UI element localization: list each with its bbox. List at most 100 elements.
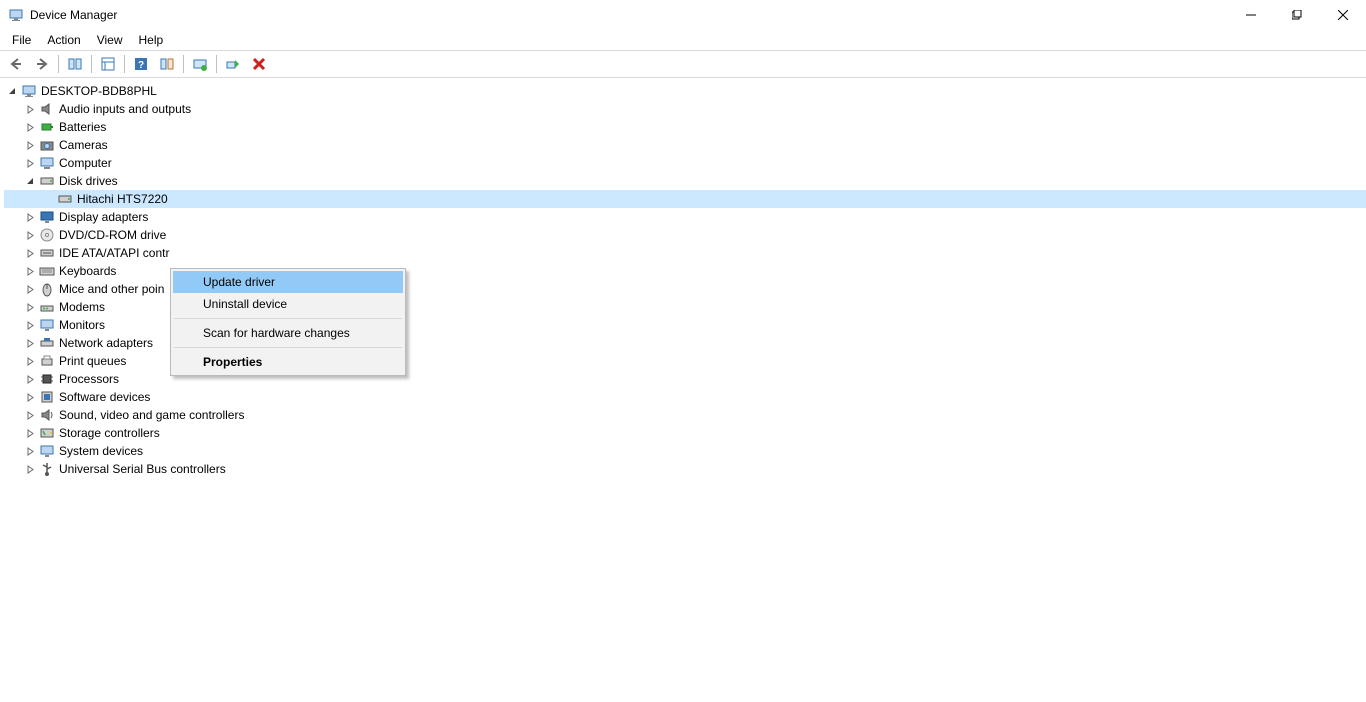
tree-item[interactable]: Sound, video and game controllers <box>4 406 1366 424</box>
maximize-button[interactable] <box>1274 0 1320 30</box>
tree-item[interactable]: Universal Serial Bus controllers <box>4 460 1366 478</box>
keyboard-icon <box>39 263 55 279</box>
tree-item-label: Modems <box>58 300 105 314</box>
chevron-right-icon[interactable] <box>22 353 38 369</box>
toolbar-separator <box>124 55 125 73</box>
tree-item-label: Batteries <box>58 120 106 134</box>
tree-item[interactable]: IDE ATA/ATAPI contr <box>4 244 1366 262</box>
tree-item[interactable]: DVD/CD-ROM drive <box>4 226 1366 244</box>
context-menu-uninstall-device[interactable]: Uninstall device <box>173 293 403 315</box>
tree-item-label: IDE ATA/ATAPI contr <box>58 246 169 260</box>
tree-item[interactable]: Batteries <box>4 118 1366 136</box>
menu-view[interactable]: View <box>89 31 131 49</box>
toolbar-show-hide-console-button[interactable] <box>63 52 87 76</box>
tree-item-label: Universal Serial Bus controllers <box>58 462 226 476</box>
chevron-right-icon[interactable] <box>22 101 38 117</box>
toolbar-separator <box>183 55 184 73</box>
chevron-right-icon[interactable] <box>22 245 38 261</box>
tree-child-item[interactable]: Hitachi HTS7220 <box>4 190 1366 208</box>
menu-help[interactable]: Help <box>131 31 172 49</box>
chevron-right-icon[interactable] <box>22 371 38 387</box>
context-menu-properties[interactable]: Properties <box>173 351 403 373</box>
chevron-right-icon[interactable] <box>22 389 38 405</box>
tree-item-label: Sound, video and game controllers <box>58 408 244 422</box>
toolbar-uninstall-device-button[interactable] <box>247 52 271 76</box>
close-button[interactable] <box>1320 0 1366 30</box>
disk-icon <box>39 173 55 189</box>
tree-item-label: Software devices <box>58 390 150 404</box>
chevron-right-icon[interactable] <box>22 281 38 297</box>
menu-file[interactable]: File <box>4 31 39 49</box>
tree-item-label: Print queues <box>58 354 126 368</box>
tree-item-label: Monitors <box>58 318 105 332</box>
toolbar-separator <box>58 55 59 73</box>
processor-icon <box>39 371 55 387</box>
tree-root[interactable]: DESKTOP-BDB8PHL <box>4 82 1366 100</box>
expander-spacer <box>40 191 56 207</box>
chevron-right-icon[interactable] <box>22 119 38 135</box>
toolbar-update-driver-button[interactable] <box>188 52 212 76</box>
chevron-right-icon[interactable] <box>22 335 38 351</box>
chevron-down-icon[interactable] <box>4 83 20 99</box>
tree-item[interactable]: Audio inputs and outputs <box>4 100 1366 118</box>
tree-item-label: Display adapters <box>58 210 148 224</box>
display-icon <box>39 209 55 225</box>
toolbar-action-button[interactable] <box>155 52 179 76</box>
chevron-right-icon[interactable] <box>22 407 38 423</box>
modem-icon <box>39 299 55 315</box>
printer-icon <box>39 353 55 369</box>
toolbar-separator <box>91 55 92 73</box>
context-menu-scan-hardware[interactable]: Scan for hardware changes <box>173 322 403 344</box>
tree-item[interactable]: Software devices <box>4 388 1366 406</box>
toolbar-forward-button[interactable] <box>30 52 54 76</box>
chevron-right-icon[interactable] <box>22 425 38 441</box>
chevron-right-icon[interactable] <box>22 461 38 477</box>
chevron-right-icon[interactable] <box>22 263 38 279</box>
storage-icon <box>39 425 55 441</box>
tree-root-label: DESKTOP-BDB8PHL <box>40 84 157 98</box>
toolbar-back-button[interactable] <box>4 52 28 76</box>
minimize-button[interactable] <box>1228 0 1274 30</box>
monitor-icon <box>39 317 55 333</box>
computer-icon <box>39 155 55 171</box>
titlebar: Device Manager <box>0 0 1366 30</box>
window-controls <box>1228 0 1366 30</box>
chevron-right-icon[interactable] <box>22 155 38 171</box>
chevron-right-icon[interactable] <box>22 137 38 153</box>
tree-item-label: Keyboards <box>58 264 116 278</box>
chevron-right-icon[interactable] <box>22 209 38 225</box>
context-menu: Update driver Uninstall device Scan for … <box>170 268 406 376</box>
chevron-right-icon[interactable] <box>22 227 38 243</box>
network-icon <box>39 335 55 351</box>
toolbar-help-button[interactable]: ? <box>129 52 153 76</box>
device-manager-window: Device Manager File Action View Help <box>0 0 1366 702</box>
tree-item[interactable]: Cameras <box>4 136 1366 154</box>
context-menu-update-driver[interactable]: Update driver <box>173 271 403 293</box>
tree-item-label: System devices <box>58 444 143 458</box>
tree-item[interactable]: Computer <box>4 154 1366 172</box>
dvd-icon <box>39 227 55 243</box>
usb-icon <box>39 461 55 477</box>
computer-icon <box>21 83 37 99</box>
toolbar: ? <box>0 50 1366 78</box>
device-tree[interactable]: DESKTOP-BDB8PHL Audio inputs and outputs B… <box>0 78 1366 702</box>
tree-item[interactable]: Storage controllers <box>4 424 1366 442</box>
tree-item-label: Disk drives <box>58 174 118 188</box>
chevron-right-icon[interactable] <box>22 443 38 459</box>
audio-icon <box>39 101 55 117</box>
menubar: File Action View Help <box>0 30 1366 50</box>
menu-action[interactable]: Action <box>39 31 88 49</box>
chevron-right-icon[interactable] <box>22 317 38 333</box>
chevron-right-icon[interactable] <box>22 299 38 315</box>
system-icon <box>39 443 55 459</box>
tree-item[interactable]: Display adapters <box>4 208 1366 226</box>
app-icon <box>8 7 24 23</box>
tree-item[interactable]: Disk drives <box>4 172 1366 190</box>
toolbar-properties-button[interactable] <box>96 52 120 76</box>
sound-icon <box>39 407 55 423</box>
toolbar-enable-device-button[interactable] <box>221 52 245 76</box>
tree-item[interactable]: System devices <box>4 442 1366 460</box>
tree-item-label: Processors <box>58 372 119 386</box>
tree-item-label: Storage controllers <box>58 426 160 440</box>
chevron-down-icon[interactable] <box>22 173 38 189</box>
